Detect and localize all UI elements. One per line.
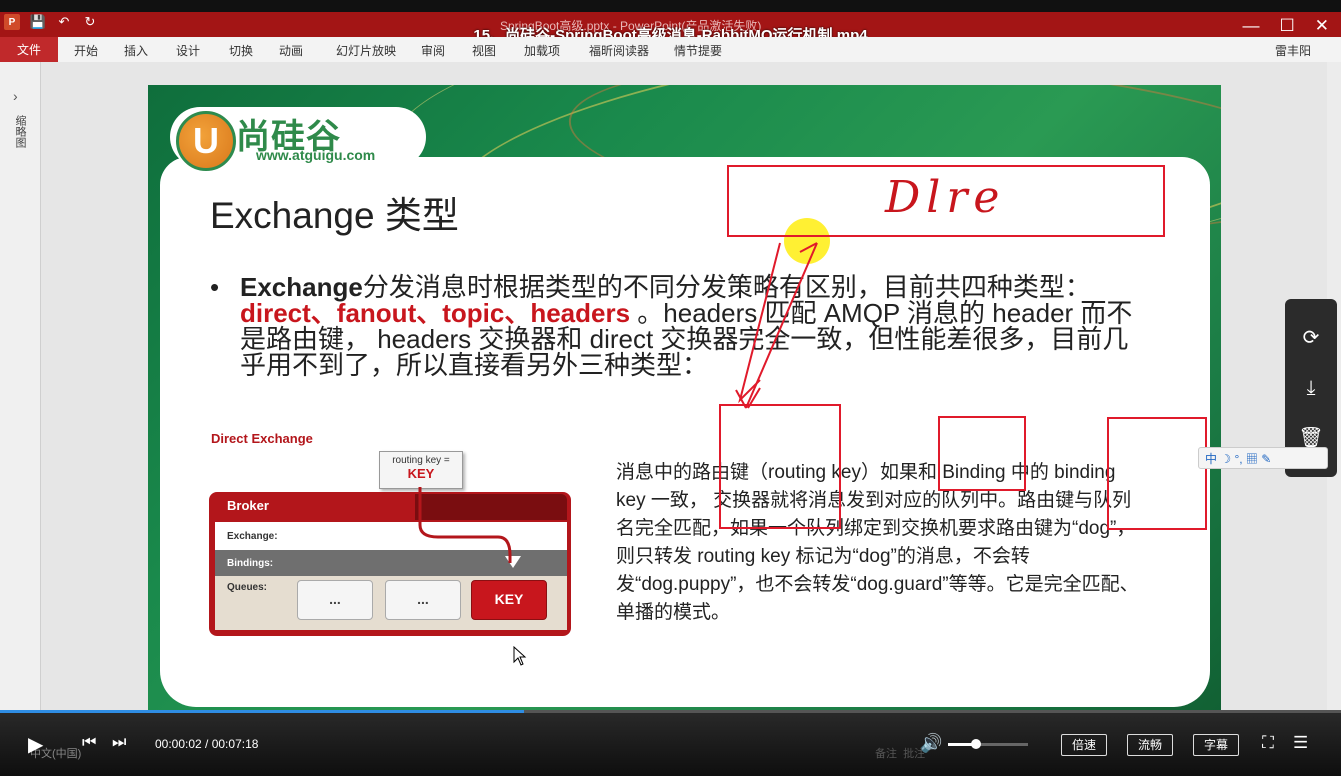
notes-label: 备注 xyxy=(875,748,897,760)
quality-button[interactable]: 流畅 xyxy=(1127,734,1173,756)
next-icon[interactable]: ⏭ xyxy=(112,734,126,752)
ribbon-tab[interactable]: 插入 xyxy=(124,42,148,59)
user-name[interactable]: 雷丰阳 xyxy=(1275,42,1311,59)
player-top-bar xyxy=(0,0,1341,12)
cursor-highlight xyxy=(784,218,830,264)
speed-button[interactable]: 倍速 xyxy=(1061,734,1107,756)
ribbon-tab[interactable]: 幻灯片放映 xyxy=(336,42,396,59)
play-icon[interactable]: ▶ xyxy=(28,732,43,757)
volume-knob[interactable] xyxy=(971,739,981,749)
thumbnail-pane xyxy=(0,62,41,710)
fullscreen-icon[interactable]: ⛶ xyxy=(1262,733,1274,753)
time-display: 00:00:02 / 00:07:18 xyxy=(155,737,259,751)
previous-icon[interactable]: ⏮ xyxy=(82,734,96,752)
ime-mode: 中 xyxy=(1205,452,1218,466)
direct-exchange-description: 消息中的路由键（routing key）如果和 Binding 中的 bindi… xyxy=(616,462,1139,623)
close-icon[interactable]: ✕ xyxy=(1315,16,1329,36)
ribbon-tab[interactable]: 加载项 xyxy=(524,42,560,59)
share-icon[interactable]: ⟳ xyxy=(1285,318,1337,358)
window-controls: — ☐ ✕ xyxy=(1243,16,1330,36)
download-icon[interactable]: ⤓ xyxy=(1285,368,1337,408)
thumbnail-pane-label: 缩略图 xyxy=(14,115,26,148)
ribbon-tab[interactable]: 开始 xyxy=(74,42,98,59)
ribbon-tab[interactable]: 情节提要 xyxy=(674,42,722,59)
ppt-ribbon: 文件 开始 插入 设计 切换 动画 幻灯片放映 审阅 视图 加载项 福昕阅读器 情节提要 雷丰阳 xyxy=(0,37,1341,63)
ribbon-tab[interactable]: 福昕阅读器 xyxy=(589,42,649,59)
playlist-icon[interactable]: ☰ xyxy=(1293,733,1308,753)
ribbon-tab[interactable]: 审阅 xyxy=(421,42,445,59)
slide: U 尚硅谷 www.atguigu.com Exchange 类型 • Exch… xyxy=(148,85,1221,718)
ribbon-tab[interactable]: 动画 xyxy=(279,42,303,59)
ribbon-tab[interactable]: 视图 xyxy=(472,42,496,59)
ribbon-tab[interactable]: 设计 xyxy=(176,42,200,59)
ppt-status-notes: 备注 批注 xyxy=(875,745,925,761)
ime-toolbar[interactable]: 中 ☽ °, ▦ ✎ xyxy=(1198,447,1328,469)
minimize-icon[interactable]: — xyxy=(1243,16,1260,36)
subtitle-button[interactable]: 字幕 xyxy=(1193,734,1239,756)
mouse-cursor-icon xyxy=(513,646,527,666)
chevron-right-icon[interactable]: › xyxy=(13,88,18,104)
handwriting-text: Dlre xyxy=(885,172,1006,223)
maximize-icon[interactable]: ☐ xyxy=(1280,16,1295,36)
progress-fill xyxy=(0,710,524,713)
tab-file[interactable]: 文件 xyxy=(0,37,58,62)
ribbon-tab[interactable]: 切换 xyxy=(229,42,253,59)
volume-icon[interactable]: 🔊 xyxy=(920,733,942,754)
